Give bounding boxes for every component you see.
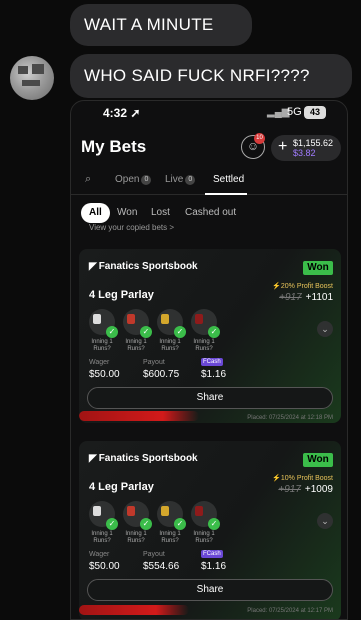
team-logo-icon: ✓ [89,309,118,338]
active-tab-indicator [205,193,247,195]
chevron-down-icon[interactable]: ⌄ [317,513,333,529]
bet-type: 4 Leg Parlay [89,289,154,301]
payout-label: Payout [143,551,165,558]
fcash-badge: FCash [201,358,223,366]
network-label: 5G [287,106,302,118]
share-button[interactable]: Share [87,387,333,409]
bet-tabs: ⌕ Open 0 Live 0 Settled [71,169,347,195]
payout-value: $600.75 [143,369,180,380]
status-bar: 4:32 ➚ ▂▄▆ 5G 43 [71,105,347,123]
odds: +917 +1009 [278,484,333,495]
fcash-value: $1.16 [201,369,227,380]
filter-won[interactable]: Won [109,203,145,223]
message-bubble: WHO SAID FUCK NRFI???? [70,54,352,98]
check-icon: ✓ [140,518,152,530]
sportsbook-logo: ◤ Fanatics Sportsbook [89,261,198,272]
redaction-mark [79,605,189,615]
status-time: 4:32 ➚ [103,106,141,120]
share-button[interactable]: Share [87,579,333,601]
payout-label: Payout [143,359,165,366]
screenshot-attachment[interactable]: 4:32 ➚ ▂▄▆ 5G 43 My Bets ☺ 10 + $1,155.6… [70,100,348,620]
leg-label: Inning 1 Runs? [159,339,181,352]
filter-lost[interactable]: Lost [143,203,178,223]
check-icon: ✓ [174,326,186,338]
leg-label: Inning 1 Runs? [91,531,113,544]
redaction-mark [79,411,199,421]
team-logo-icon: ✓ [191,501,220,530]
fanatics-logo-icon: ◤ [89,453,97,464]
sportsbook-logo: ◤ Fanatics Sportsbook [89,453,198,464]
fcash-badge: FCash [201,550,223,558]
payout-value: $554.66 [143,561,180,572]
status-badge: Won [303,261,333,275]
check-icon: ✓ [174,518,186,530]
check-icon: ✓ [106,326,118,338]
team-logo-icon: ✓ [157,309,186,338]
chevron-down-icon[interactable]: ⌄ [317,321,333,337]
team-logo-icon: ✓ [89,501,118,530]
notification-badge: 10 [254,133,265,144]
wager-value: $50.00 [89,561,120,572]
check-icon: ✓ [106,518,118,530]
bet-card[interactable]: ◤ Fanatics Sportsbook Won 4 Leg Parlay ⚡1… [79,441,341,619]
tab-settled[interactable]: Settled [213,174,244,185]
tab-open[interactable]: Open 0 [115,174,152,185]
balance-amount: $1,155.62 [293,138,334,148]
team-logo-icon: ✓ [191,309,220,338]
copied-bets-link[interactable]: View your copied bets > [89,223,174,232]
lightning-icon: ⚡ [272,283,281,290]
profit-boost: ⚡10% Profit Boost [272,475,333,482]
team-logo-icon: ✓ [123,309,152,338]
search-icon[interactable]: ⌕ [85,173,91,186]
placed-timestamp: Placed: 07/25/2024 at 12:17 PM [247,608,333,614]
filter-pills: All Won Lost Cashed out [71,203,347,225]
leg-label: Inning 1 Runs? [193,531,215,544]
tab-live[interactable]: Live 0 [165,174,196,185]
placed-timestamp: Placed: 07/25/2024 at 12:18 PM [247,415,333,421]
filter-cashed-out[interactable]: Cashed out [177,203,244,223]
original-odds: +917 [278,484,301,495]
wager-label: Wager [89,359,110,366]
leg-label: Inning 1 Runs? [125,531,147,544]
wager-label: Wager [89,551,110,558]
bonus-amount: $3.82 [293,148,316,158]
filter-all[interactable]: All [81,203,110,223]
leg-label: Inning 1 Runs? [91,339,113,352]
balance-button[interactable]: + $1,155.62 $3.82 [271,135,341,161]
bet-type: 4 Leg Parlay [89,481,154,493]
team-logo-icon: ✓ [157,501,186,530]
location-arrow-icon: ➚ [127,106,141,120]
sender-avatar[interactable] [10,56,54,100]
page-title: My Bets [81,137,147,156]
check-icon: ✓ [208,326,220,338]
lightning-icon: ⚡ [272,475,281,482]
bet-card[interactable]: ◤ Fanatics Sportsbook Won 4 Leg Parlay ⚡2… [79,249,341,423]
status-badge: Won [303,453,333,467]
team-logo-icon: ✓ [123,501,152,530]
message-bubble: WAIT A MINUTE [70,4,252,46]
leg-label: Inning 1 Runs? [193,339,215,352]
leg-label: Inning 1 Runs? [125,339,147,352]
fcash-value: $1.16 [201,561,227,572]
boosted-odds: +1009 [304,484,333,495]
original-odds: +917 [279,292,302,303]
boosted-odds: +1101 [305,292,333,303]
plus-icon: + [278,138,288,155]
message-text: WHO SAID FUCK NRFI???? [84,66,310,85]
profit-boost: ⚡20% Profit Boost [272,283,333,290]
leg-label: Inning 1 Runs? [159,531,181,544]
battery-icon: 43 [304,106,326,119]
check-icon: ✓ [208,518,220,530]
message-text: WAIT A MINUTE [84,15,214,34]
check-icon: ✓ [140,326,152,338]
fanatics-logo-icon: ◤ [89,261,97,272]
wager-value: $50.00 [89,369,120,380]
odds: +917 +1101 [279,292,333,303]
